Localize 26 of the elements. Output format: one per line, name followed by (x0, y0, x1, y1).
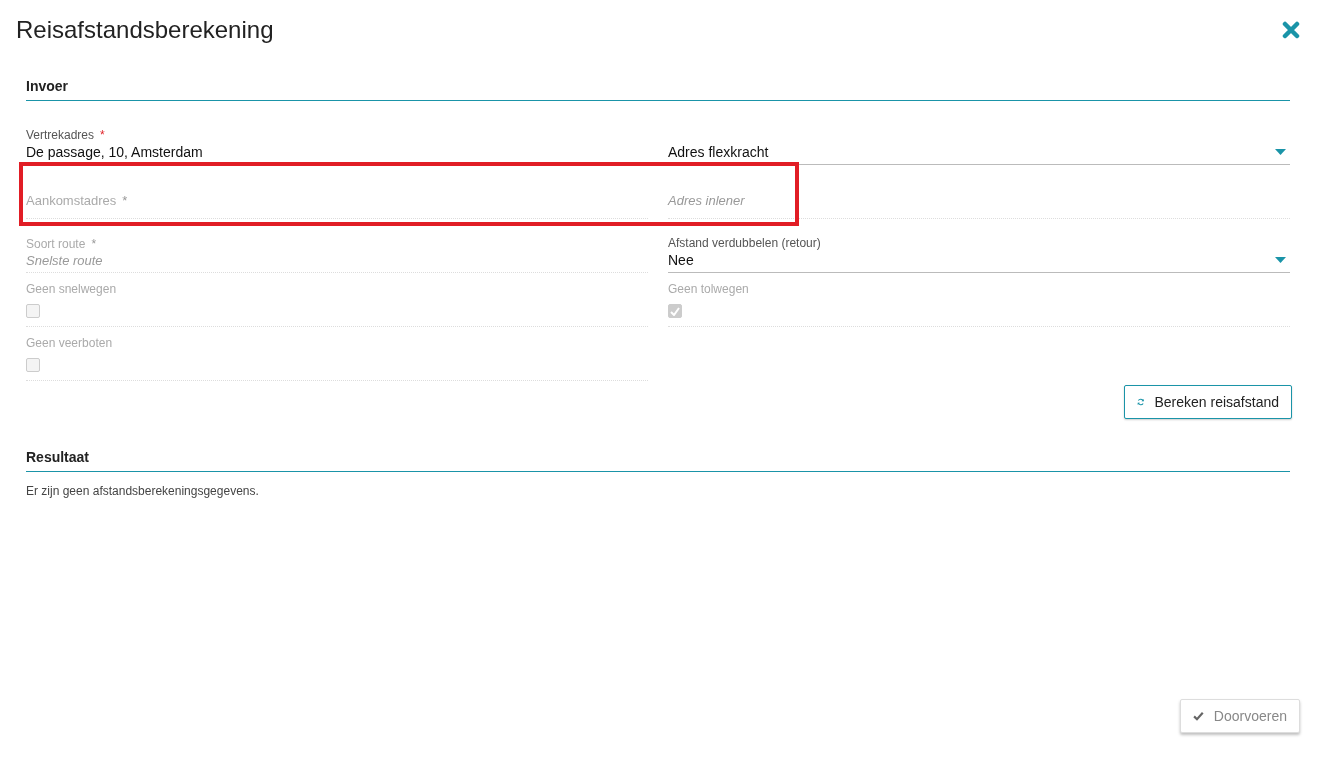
section-title: Invoer (26, 78, 1290, 101)
field-placeholder: Snelste route (26, 253, 104, 268)
field-placeholder: Aankomstadres (26, 193, 117, 208)
checkbox-label: Geen veerboten (26, 336, 114, 350)
check-icon (1193, 710, 1204, 722)
section-title: Resultaat (26, 449, 1290, 472)
empty-message: Er zijn geen afstandsberekeningsgegevens. (26, 484, 260, 498)
calculate-button[interactable]: Bereken reisafstand (1124, 385, 1292, 419)
field-label: Vertrekadres * (26, 128, 106, 142)
text-field[interactable]: Vertrekadres * De passage, 10, Amsterdam (26, 111, 648, 165)
required-mark: * (122, 193, 128, 208)
close-icon (1282, 21, 1300, 39)
field-placeholder: Adres inlener (668, 193, 746, 208)
close-button[interactable] (1282, 21, 1300, 39)
checkbox-label: Geen tolwegen (668, 282, 750, 296)
select-field[interactable]: Nee (668, 252, 1290, 268)
select-field[interactable]: Adres flexkracht (668, 144, 1290, 160)
field-value: De passage, 10, Amsterdam (26, 144, 204, 160)
required-mark: * (100, 128, 105, 142)
field-label: Soort route * (26, 237, 98, 251)
required-mark: * (91, 237, 97, 251)
dialog-title: Reisafstandsberekening (16, 16, 274, 44)
checkbox-label: Geen snelwegen (26, 282, 118, 296)
field-label: Afstand verdubbelen (retour) (668, 236, 822, 250)
caret-icon (1275, 149, 1286, 155)
caret-icon (1275, 257, 1286, 263)
